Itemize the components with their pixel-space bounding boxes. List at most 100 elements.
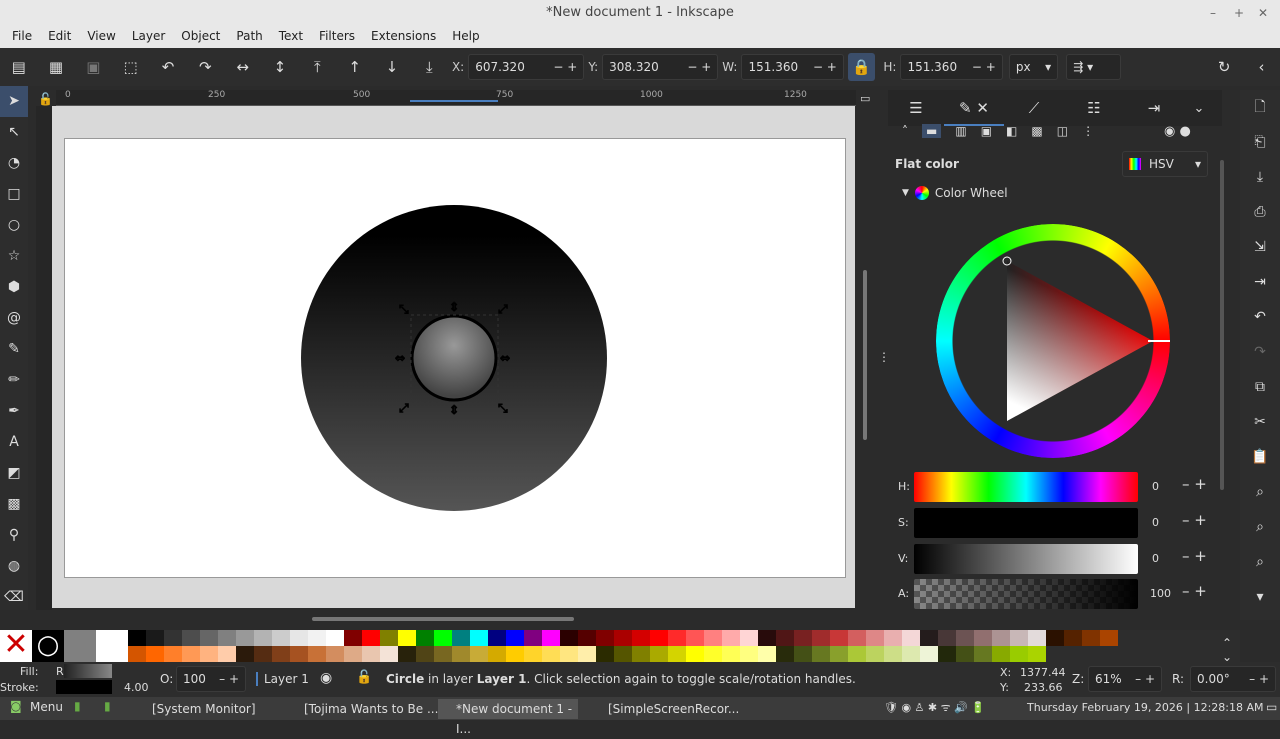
s-spin[interactable]: – +	[1182, 511, 1207, 529]
palette-swatch[interactable]	[1028, 646, 1046, 662]
menu-extensions[interactable]: Extensions	[363, 26, 444, 48]
palette-swatch[interactable]	[542, 630, 560, 646]
palette-swatch[interactable]	[758, 630, 776, 646]
palette-swatch[interactable]	[668, 630, 686, 646]
palette-swatch[interactable]	[848, 630, 866, 646]
palette-swatch[interactable]	[290, 646, 308, 662]
bounding-box-icon[interactable]: ⬚	[112, 58, 149, 76]
palette-swatch[interactable]	[164, 630, 182, 646]
3d-box-tool-icon[interactable]: ⬢	[0, 272, 28, 303]
bezier-tool-icon[interactable]: ✎	[0, 334, 28, 365]
v-value[interactable]: 0	[1152, 552, 1159, 565]
dropper-tool-icon[interactable]: ⚲	[0, 520, 28, 551]
palette-swatch[interactable]	[434, 630, 452, 646]
palette-swatch[interactable]	[416, 630, 434, 646]
palette-swatch[interactable]	[578, 646, 596, 662]
palette-swatch[interactable]	[632, 646, 650, 662]
stroke-width[interactable]: 4.00	[124, 681, 149, 694]
mint-menu-icon[interactable]: ◙	[10, 699, 22, 713]
zoom-field[interactable]: 61% – +	[1088, 666, 1162, 692]
palette-swatch[interactable]	[668, 646, 686, 662]
more-tabs-icon[interactable]: ⌄	[1184, 101, 1214, 116]
palette-swatch[interactable]	[146, 630, 164, 646]
palette-swatch[interactable]	[956, 646, 974, 662]
zoom-drawing-icon[interactable]: ⌕	[1240, 510, 1280, 545]
minimize-button[interactable]: –	[1210, 0, 1216, 26]
undo-icon[interactable]: ↶	[1240, 300, 1280, 335]
raise-icon[interactable]: ↑	[336, 58, 373, 76]
palette-swatch[interactable]	[938, 630, 956, 646]
deselect-icon[interactable]: ▣	[75, 58, 112, 76]
palette-swatch[interactable]	[488, 630, 506, 646]
no-paint-swatch[interactable]: ✕	[0, 630, 32, 662]
palette-swatch[interactable]	[704, 630, 722, 646]
alpha-slider[interactable]	[914, 579, 1138, 609]
menu-layer[interactable]: Layer	[124, 26, 173, 48]
clock[interactable]: Thursday February 19, 2026 | 12:28:18 AM	[1027, 701, 1263, 714]
collapse-icon[interactable]: ˄	[902, 124, 908, 138]
zoom-page-icon[interactable]: ⌕	[1240, 545, 1280, 580]
layer-visibility-icon[interactable]: ◉	[320, 670, 332, 686]
palette-swatch[interactable]	[704, 646, 722, 662]
swatch-icon[interactable]: ◫	[1057, 124, 1068, 138]
import-icon[interactable]: ⇲	[1240, 230, 1280, 265]
mesh-tool-icon[interactable]: ▩	[0, 489, 28, 520]
palette-swatch[interactable]	[164, 646, 182, 662]
x-field[interactable]: 607.320− +	[468, 54, 585, 80]
stroke-none-swatch[interactable]: ○	[32, 630, 64, 662]
snap-icon[interactable]: ↻	[1205, 58, 1242, 76]
palette-swatch[interactable]	[236, 646, 254, 662]
palette-swatch[interactable]	[146, 646, 164, 662]
ellipse-tool-icon[interactable]: ○	[0, 210, 28, 241]
palette-swatch[interactable]	[776, 646, 794, 662]
h-spin[interactable]: – +	[1182, 475, 1207, 493]
palette-swatch[interactable]	[200, 646, 218, 662]
linear-gradient-icon[interactable]: ▥	[955, 124, 966, 138]
horizontal-scrollbar[interactable]	[312, 617, 574, 621]
menu-text[interactable]: Text	[271, 26, 311, 48]
palette-swatch[interactable]	[218, 646, 236, 662]
palette-swatch[interactable]	[560, 646, 578, 662]
cut-icon[interactable]: ✂	[1240, 405, 1280, 440]
select-all-layers-icon[interactable]: ▦	[37, 58, 74, 76]
rotation-field[interactable]: 0.00° – +	[1190, 666, 1276, 692]
palette-swatch[interactable]	[326, 646, 344, 662]
palette-swatch[interactable]	[416, 646, 434, 662]
layer-lock-icon[interactable]: 🔓	[356, 670, 372, 685]
palette-swatch[interactable]	[830, 630, 848, 646]
height-field[interactable]: 151.360− +	[900, 54, 1003, 80]
palette-swatch[interactable]	[524, 630, 542, 646]
tweak-tool-icon[interactable]: ◔	[0, 148, 28, 179]
a-value[interactable]: 100	[1150, 587, 1171, 600]
redo-icon[interactable]: ↷	[1240, 335, 1280, 370]
palette-swatch[interactable]	[722, 630, 740, 646]
palette-swatch[interactable]	[380, 646, 398, 662]
white-swatch[interactable]	[96, 630, 128, 662]
paint-bucket-tool-icon[interactable]: ◍	[0, 551, 28, 582]
palette-swatch[interactable]	[272, 630, 290, 646]
palette-swatch[interactable]	[884, 630, 902, 646]
palette-swatch[interactable]	[650, 630, 668, 646]
palette-swatch[interactable]	[434, 646, 452, 662]
palette-swatch[interactable]	[470, 646, 488, 662]
palette-swatch[interactable]	[722, 646, 740, 662]
lower-to-bottom-icon[interactable]: ⤓	[411, 58, 448, 76]
palette-swatch[interactable]	[920, 646, 938, 662]
copy-icon[interactable]: ⧉	[1240, 370, 1280, 405]
text-tool-icon[interactable]: A	[0, 427, 28, 458]
palette-swatch[interactable]	[1046, 630, 1064, 646]
palette-swatch[interactable]	[632, 630, 650, 646]
palette-swatch[interactable]	[452, 646, 470, 662]
print-icon[interactable]: ⎙	[1240, 195, 1280, 230]
palette-swatch[interactable]	[794, 630, 812, 646]
star-tool-icon[interactable]: ☆	[0, 241, 28, 272]
stroke-swatch[interactable]	[56, 680, 112, 694]
palette-swatch[interactable]	[686, 646, 704, 662]
lower-icon[interactable]: ↓	[373, 58, 410, 76]
palette-swatch[interactable]	[1082, 630, 1100, 646]
files-icon[interactable]: ▮	[104, 699, 111, 713]
terminal-icon[interactable]: ▮	[74, 699, 81, 713]
rectangle-tool-icon[interactable]: □	[0, 179, 28, 210]
palette-swatch[interactable]	[308, 630, 326, 646]
palette-swatch[interactable]	[398, 630, 416, 646]
